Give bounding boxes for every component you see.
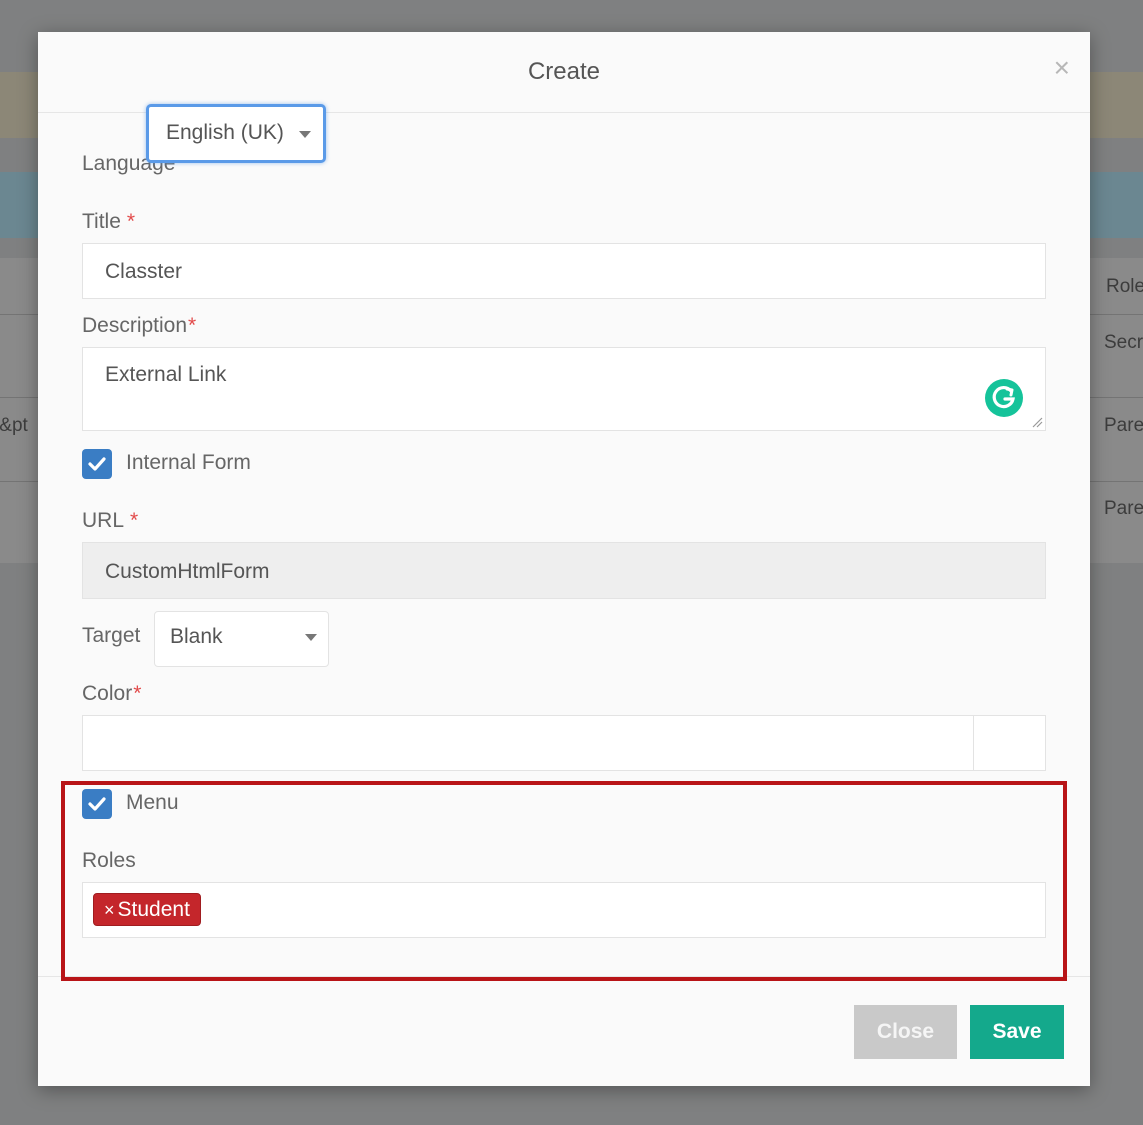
- save-button[interactable]: Save: [970, 1005, 1064, 1059]
- target-value: Blank: [170, 625, 223, 648]
- required-marker: *: [188, 314, 197, 337]
- language-value: English (UK): [166, 121, 284, 144]
- checkmark-icon: [88, 457, 106, 471]
- title-label: Title *: [82, 210, 136, 233]
- modal-header: Create ×: [38, 32, 1090, 113]
- close-button[interactable]: Close: [854, 1005, 957, 1059]
- background-cell: Pare: [1104, 498, 1143, 519]
- background-cell: Secr: [1104, 332, 1143, 353]
- url-input: CustomHtmlForm: [82, 542, 1046, 599]
- required-marker: *: [126, 210, 136, 233]
- target-select[interactable]: Blank: [154, 611, 329, 667]
- url-label: URL *: [82, 509, 139, 532]
- chevron-down-icon: [299, 131, 311, 138]
- required-marker: *: [130, 509, 139, 532]
- internal-form-label: Internal Form: [126, 451, 251, 474]
- description-textarea[interactable]: External Link: [82, 347, 1046, 431]
- chevron-down-icon: [305, 634, 317, 641]
- url-input-value: CustomHtmlForm: [105, 560, 270, 583]
- background-cell: t&pt: [0, 415, 28, 436]
- background-cell: Pare: [1104, 415, 1143, 436]
- title-input-value: Classter: [105, 260, 183, 283]
- resize-handle-icon[interactable]: [1031, 416, 1043, 428]
- target-label: Target: [82, 624, 141, 647]
- language-select[interactable]: English (UK): [146, 104, 326, 163]
- title-input[interactable]: Classter: [82, 243, 1046, 299]
- highlight-annotation-box: [61, 781, 1067, 981]
- description-label: Description*: [82, 314, 197, 337]
- required-marker: *: [133, 682, 142, 705]
- grammarly-icon[interactable]: [985, 379, 1023, 417]
- description-value: External Link: [105, 363, 227, 386]
- close-icon[interactable]: ×: [1054, 52, 1070, 84]
- internal-form-checkbox[interactable]: [82, 449, 112, 479]
- background-column-header: Role: [1106, 276, 1143, 297]
- modal-title: Create: [527, 58, 601, 85]
- color-swatch-button[interactable]: [973, 715, 1046, 771]
- color-label: Color*: [82, 682, 142, 705]
- color-input[interactable]: [82, 715, 974, 771]
